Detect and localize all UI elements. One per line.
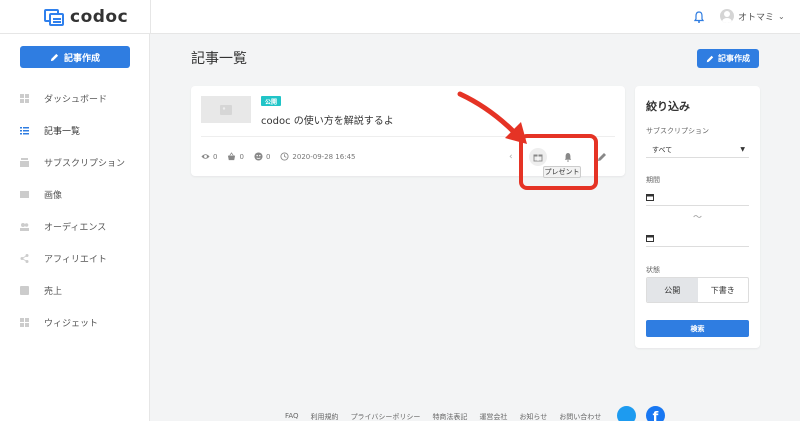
subscription-icon bbox=[20, 157, 29, 167]
period-separator: 〜 bbox=[693, 213, 703, 223]
sidebar-item-sales[interactable]: 売上 bbox=[0, 274, 150, 306]
facebook-icon[interactable]: f bbox=[646, 406, 665, 421]
subscription-select[interactable]: すべて ▼ bbox=[646, 142, 749, 158]
published-date: 2020-09-28 16:45 bbox=[280, 152, 356, 161]
header-divider bbox=[150, 0, 151, 34]
footer-link-company[interactable]: 運営会社 bbox=[479, 412, 507, 421]
views-stat: 0 bbox=[201, 152, 217, 161]
views-count: 0 bbox=[213, 152, 218, 161]
sidebar-item-articles[interactable]: 記事一覧 bbox=[0, 114, 150, 146]
list-icon bbox=[20, 126, 29, 134]
supporters-count: 0 bbox=[265, 152, 271, 161]
sidebar-item-label: 売上 bbox=[44, 286, 63, 297]
bell-icon[interactable] bbox=[692, 9, 706, 23]
pencil-icon bbox=[50, 53, 59, 61]
status-toggle: 公開 下書き bbox=[646, 277, 749, 303]
sales-icon bbox=[20, 285, 29, 295]
sidebar-item-subscription[interactable]: サブスクリプション bbox=[0, 146, 150, 178]
twitter-icon[interactable] bbox=[617, 406, 636, 421]
footer-link-legal[interactable]: 特商法表記 bbox=[432, 412, 467, 421]
basket-icon bbox=[228, 152, 236, 161]
footer-link-terms[interactable]: 利用規約 bbox=[311, 412, 339, 421]
sidebar-item-dashboard[interactable]: ダッシュボード bbox=[0, 82, 150, 114]
sidebar-item-audience[interactable]: オーディエンス bbox=[0, 210, 150, 242]
date-text: 2020-09-28 16:45 bbox=[292, 152, 356, 161]
chevron-down-icon: ⌄ bbox=[778, 11, 785, 21]
status-badge: 公開 bbox=[261, 96, 282, 106]
eye-icon bbox=[201, 154, 210, 159]
sidebar-item-label: 画像 bbox=[44, 190, 63, 201]
sidebar-item-images[interactable]: 画像 bbox=[0, 178, 150, 210]
subscription-value: すべて bbox=[652, 145, 673, 154]
create-article-label: 記事作成 bbox=[718, 54, 750, 63]
sidebar-create-label: 記事作成 bbox=[63, 53, 100, 64]
supporters-stat: 0 bbox=[254, 152, 270, 161]
period-label: 期間 bbox=[646, 176, 660, 184]
filter-panel: 絞り込み サブスクリプション すべて ▼ 期間 〜 状態 公開 下書き 検索 bbox=[635, 86, 760, 348]
logo[interactable]: codoc bbox=[44, 7, 128, 27]
sidebar-item-label: アフィリエイト bbox=[44, 254, 107, 265]
subscription-label: サブスクリプション bbox=[646, 127, 709, 135]
present-tooltip: プレゼント bbox=[543, 166, 581, 178]
article-thumbnail[interactable] bbox=[201, 96, 251, 123]
page-title: 記事一覧 bbox=[191, 51, 247, 67]
footer-links: FAQ 利用規約 プライバシーポリシー 特商法表記 運営会社 お知らせ お問い合… bbox=[285, 412, 601, 421]
widget-icon bbox=[20, 317, 29, 327]
codoc-logo-icon bbox=[44, 8, 64, 26]
pencil-icon bbox=[706, 55, 714, 62]
sidebar-create-article-button[interactable]: 記事作成 bbox=[20, 46, 130, 68]
create-article-button[interactable]: 記事作成 bbox=[697, 49, 759, 68]
footer-link-contact[interactable]: お問い合わせ bbox=[559, 412, 601, 421]
period-end-input[interactable] bbox=[646, 229, 749, 247]
sidebar-item-label: オーディエンス bbox=[44, 222, 107, 233]
dashboard-icon bbox=[20, 93, 29, 103]
purchases-stat: 0 bbox=[227, 152, 244, 161]
footer-link-news[interactable]: お知らせ bbox=[519, 412, 547, 421]
supporter-icon bbox=[254, 152, 263, 161]
purchases-count: 0 bbox=[239, 152, 244, 161]
sidebar-item-label: サブスクリプション bbox=[44, 158, 126, 169]
sidebar-item-label: ウィジェット bbox=[44, 318, 99, 329]
status-label: 状態 bbox=[646, 266, 660, 274]
clock-icon bbox=[280, 152, 289, 161]
calendar-icon bbox=[646, 193, 654, 201]
article-title[interactable]: codoc の使い方を解説するよ bbox=[261, 112, 394, 127]
status-option-draft[interactable]: 下書き bbox=[698, 278, 749, 302]
period-start-input[interactable] bbox=[646, 188, 749, 206]
share-icon bbox=[20, 253, 29, 263]
sidebar-nav: ダッシュボード 記事一覧 サブスクリプション 画像 オーディエンス アフィリエイ… bbox=[0, 82, 150, 338]
image-icon bbox=[20, 190, 29, 198]
status-option-published[interactable]: 公開 bbox=[647, 278, 698, 302]
caret-down-icon: ▼ bbox=[740, 146, 745, 153]
logo-text: codoc bbox=[70, 7, 129, 27]
user-menu[interactable]: オトマミ ⌄ bbox=[720, 9, 785, 23]
annotation-highlight-box bbox=[519, 134, 598, 190]
sidebar-item-widget[interactable]: ウィジェット bbox=[0, 306, 150, 338]
sidebar: 記事作成 ダッシュボード 記事一覧 サブスクリプション 画像 オーディエンス ア… bbox=[0, 34, 150, 421]
audience-icon bbox=[20, 222, 29, 231]
user-name: オトマミ bbox=[738, 12, 775, 23]
article-stats: 0 0 0 2020-09-28 16:45 bbox=[201, 152, 356, 161]
filter-title: 絞り込み bbox=[646, 100, 690, 113]
sidebar-item-label: 記事一覧 bbox=[44, 126, 81, 137]
calendar-icon bbox=[646, 234, 654, 242]
image-placeholder-icon bbox=[220, 104, 232, 115]
sidebar-item-affiliate[interactable]: アフィリエイト bbox=[0, 242, 150, 274]
avatar bbox=[720, 9, 734, 23]
footer-link-privacy[interactable]: プライバシーポリシー bbox=[351, 412, 421, 421]
search-button[interactable]: 検索 bbox=[646, 320, 749, 337]
footer-link-faq[interactable]: FAQ bbox=[285, 412, 299, 421]
sidebar-item-label: ダッシュボード bbox=[44, 94, 108, 105]
top-bar: codoc オトマミ ⌄ bbox=[0, 0, 800, 34]
